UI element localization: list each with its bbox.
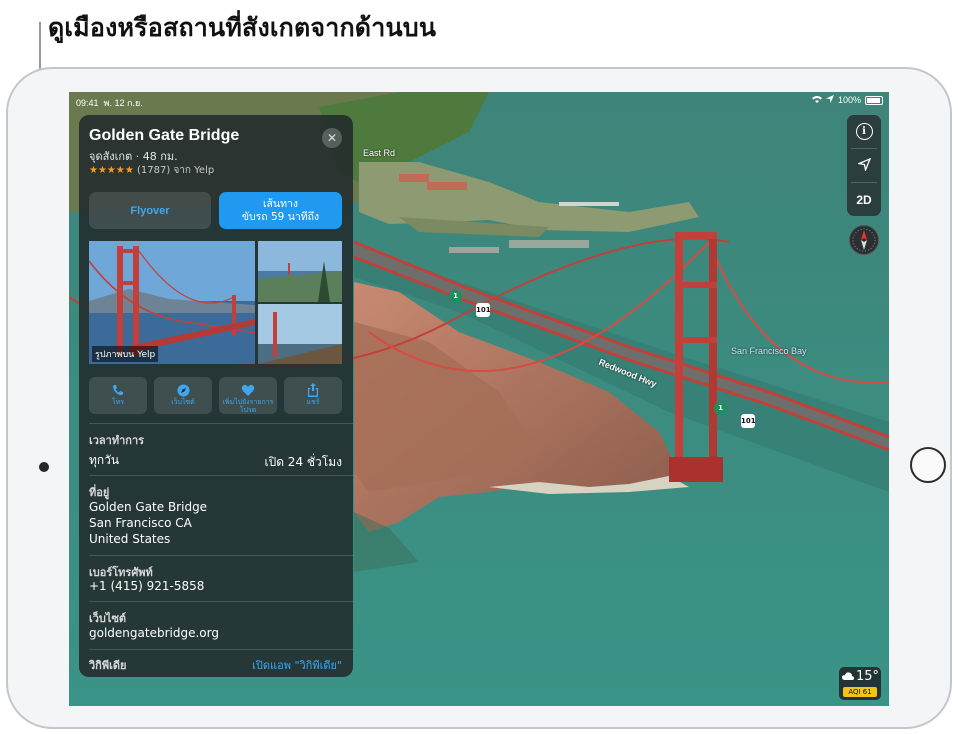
divider bbox=[89, 601, 353, 602]
home-button[interactable] bbox=[910, 447, 946, 483]
address-line-2[interactable]: San Francisco CA bbox=[89, 515, 192, 531]
divider bbox=[89, 555, 353, 556]
weather-widget: 15° AQI 61 bbox=[839, 667, 881, 700]
route-1-shield: 1 bbox=[449, 290, 462, 303]
favorite-label: เพิ่มไปยังรายการโปรด bbox=[222, 398, 274, 414]
call-label: โทร bbox=[111, 398, 125, 406]
divider bbox=[89, 423, 353, 424]
location-arrow-icon bbox=[825, 95, 834, 105]
tracking-button[interactable] bbox=[847, 149, 881, 182]
place-rating: ★★★★★ (1787) จาก Yelp bbox=[89, 163, 214, 178]
wifi-icon bbox=[811, 95, 822, 105]
front-camera bbox=[39, 462, 49, 472]
map-label-sf-bay: San Francisco Bay bbox=[731, 346, 807, 356]
2d-3d-toggle[interactable]: 2D bbox=[847, 183, 881, 216]
website-label: เว็บไซต์ bbox=[171, 398, 195, 406]
aqi-badge: AQI 61 bbox=[843, 687, 877, 697]
maps-screen: East Rd Redwood Hwy San Francisco Bay 1 … bbox=[69, 92, 889, 706]
location-arrow-icon bbox=[856, 157, 871, 174]
place-card: Golden Gate Bridge ✕ จุดสังเกต · 48 กม. … bbox=[79, 115, 353, 677]
action-buttons: โทร เว็บไซต์ เพิ่มไปยังรายการโปรด แชร์ bbox=[89, 377, 342, 415]
status-date: พ. 12 ก.ย. bbox=[103, 98, 143, 108]
hours-value: เปิด 24 ชั่วโมง bbox=[264, 455, 342, 469]
route-101-shield: 101 bbox=[741, 414, 756, 428]
photo-caption: รูปภาพบน Yelp bbox=[92, 346, 159, 362]
photo-gallery[interactable]: รูปภาพบน Yelp bbox=[89, 241, 342, 364]
close-button[interactable]: ✕ bbox=[322, 128, 342, 148]
divider bbox=[89, 649, 353, 650]
status-time: 09:41 bbox=[76, 98, 99, 108]
phone-icon bbox=[112, 382, 124, 398]
temperature: 15° bbox=[856, 669, 880, 684]
website-url[interactable]: goldengatebridge.org bbox=[89, 625, 219, 641]
battery-percent: 100% bbox=[837, 95, 861, 105]
info-icon: i bbox=[855, 123, 873, 140]
share-button[interactable]: แชร์ bbox=[284, 377, 342, 414]
compass-rose-icon bbox=[852, 228, 876, 252]
hours-label: เวลาทำการ bbox=[89, 434, 145, 447]
website-button[interactable]: เว็บไซต์ bbox=[154, 377, 212, 414]
share-label: แชร์ bbox=[306, 398, 320, 406]
hours-days: ทุกวัน bbox=[89, 453, 120, 467]
flyover-button[interactable]: Flyover bbox=[89, 192, 211, 229]
map-controls: i 2D bbox=[847, 115, 881, 216]
info-button[interactable]: i bbox=[847, 115, 881, 148]
route-1-shield: 1 bbox=[714, 402, 727, 415]
wikipedia-label: วิกิพีเดีย bbox=[89, 659, 127, 672]
favorite-button[interactable]: เพิ่มไปยังรายการโปรด bbox=[219, 377, 277, 414]
share-icon bbox=[307, 382, 319, 398]
divider bbox=[89, 475, 353, 476]
address-line-3[interactable]: United States bbox=[89, 531, 170, 547]
address-line-1[interactable]: Golden Gate Bridge bbox=[89, 499, 207, 515]
heart-icon bbox=[241, 382, 255, 398]
photo-main[interactable]: รูปภาพบน Yelp bbox=[89, 241, 255, 364]
rating-stars-icon: ★★★★★ bbox=[89, 165, 134, 176]
photo-thumb-bottom[interactable] bbox=[258, 304, 342, 364]
route-101-shield: 101 bbox=[476, 303, 491, 317]
directions-eta: ขับรถ 59 นาทีถึง bbox=[241, 210, 320, 223]
photo-thumb-top[interactable] bbox=[258, 241, 342, 302]
open-wikipedia-link[interactable]: เปิดแอพ "วิกิพีเดีย" bbox=[252, 656, 342, 674]
place-title: Golden Gate Bridge bbox=[89, 127, 240, 144]
compass-button[interactable] bbox=[849, 225, 879, 255]
compass-icon bbox=[177, 382, 190, 398]
call-button[interactable]: โทร bbox=[89, 377, 147, 414]
phone-number[interactable]: +1 (415) 921-5858 bbox=[89, 578, 204, 594]
cloud-icon bbox=[842, 669, 854, 684]
status-bar: 09:41 พ. 12 ก.ย. 100% bbox=[69, 92, 889, 110]
directions-label: เส้นทาง bbox=[262, 197, 299, 210]
battery-icon bbox=[865, 95, 883, 105]
map-label-east-rd: East Rd bbox=[363, 148, 396, 158]
rating-text: (1787) จาก Yelp bbox=[137, 165, 215, 176]
directions-button[interactable]: เส้นทาง ขับรถ 59 นาทีถึง bbox=[219, 192, 342, 229]
